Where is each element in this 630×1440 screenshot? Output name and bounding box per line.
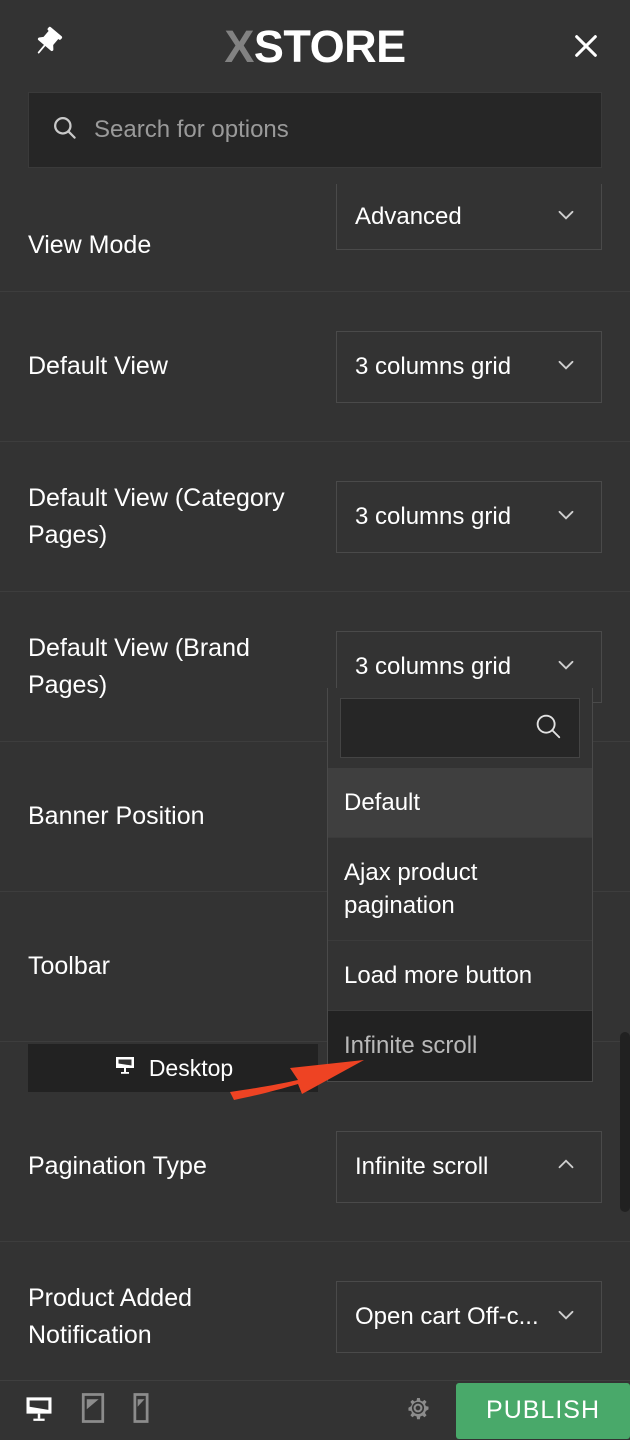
search-section: Search for options <box>0 92 630 172</box>
search-input[interactable]: Search for options <box>28 92 602 168</box>
chevron-down-icon <box>553 501 579 532</box>
product-added-notification-select[interactable]: Open cart Off-c... <box>336 1280 602 1353</box>
pagination-type-select[interactable]: Infinite scroll <box>336 1130 602 1203</box>
option-label: Product Added Notification <box>28 1284 193 1349</box>
chevron-down-icon <box>553 1301 579 1332</box>
close-icon <box>572 32 600 60</box>
select-value: 3 columns grid <box>355 652 512 680</box>
option-row-default-view-category: Default View (Category Pages) 3 columns … <box>0 442 630 592</box>
dropdown-search-input[interactable] <box>340 698 580 758</box>
view-mode-select[interactable]: Advanced <box>336 184 602 250</box>
options-list: View Mode Advanced Default View 3 column… <box>0 184 630 1380</box>
desktop-icon <box>113 1053 137 1083</box>
customizer-panel: XSTORE Search for options View Mode Adva… <box>0 0 630 1440</box>
scrollbar-thumb[interactable] <box>620 1032 630 1212</box>
logo-x-mark: X <box>224 20 254 72</box>
option-row-pagination-type: Pagination Type Infinite scroll <box>0 1092 630 1242</box>
pagination-type-dropdown: Default Ajax product pagination Load mor… <box>327 688 593 1082</box>
dropdown-option-load-more-button[interactable]: Load more button <box>328 940 592 1010</box>
select-value: Advanced <box>355 202 462 230</box>
tablet-device-icon[interactable] <box>80 1393 106 1428</box>
option-label: Default View (Category Pages) <box>28 484 285 549</box>
tab-desktop-label: Desktop <box>148 1054 234 1081</box>
option-label: Pagination Type <box>28 1152 207 1181</box>
dropdown-search-section <box>328 688 592 768</box>
pin-icon <box>30 26 66 67</box>
xstore-logo: XSTORE <box>224 20 406 72</box>
option-row-default-view: Default View 3 columns grid <box>0 292 630 442</box>
mobile-device-icon[interactable] <box>132 1393 150 1428</box>
search-icon <box>51 114 78 146</box>
gear-icon <box>404 1394 432 1427</box>
search-placeholder: Search for options <box>94 116 289 143</box>
logo-wordmark: STORE <box>253 20 406 72</box>
close-button[interactable] <box>564 24 608 68</box>
panel-footer: PUBLISH <box>0 1380 630 1440</box>
device-switcher <box>24 1393 150 1428</box>
default-view-category-select[interactable]: 3 columns grid <box>336 480 602 553</box>
dropdown-option-infinite-scroll[interactable]: Infinite scroll <box>328 1010 592 1081</box>
option-row-view-mode: View Mode Advanced <box>0 184 630 292</box>
chevron-up-icon <box>553 1151 579 1182</box>
select-value: Open cart Off-c... <box>355 1302 539 1330</box>
chevron-down-icon <box>553 651 579 682</box>
scrollbar[interactable] <box>620 184 630 1380</box>
select-value: 3 columns grid <box>355 352 512 380</box>
footer-actions: PUBLISH <box>404 1381 630 1440</box>
desktop-device-icon[interactable] <box>24 1393 54 1428</box>
gear-button[interactable] <box>404 1394 432 1427</box>
search-icon <box>533 711 563 746</box>
select-value: 3 columns grid <box>355 502 512 530</box>
tab-desktop[interactable]: Desktop <box>28 1044 318 1092</box>
dropdown-option-default[interactable]: Default <box>328 768 592 838</box>
option-label: View Mode <box>28 230 152 259</box>
pin-button[interactable] <box>26 24 70 68</box>
option-label: Default View <box>28 352 168 381</box>
option-label: Banner Position <box>28 802 205 831</box>
option-row-product-added-notification: Product Added Notification Open cart Off… <box>0 1242 630 1380</box>
option-label: Toolbar <box>28 952 110 981</box>
default-view-select[interactable]: 3 columns grid <box>336 330 602 403</box>
option-label: Default View (Brand Pages) <box>28 634 250 699</box>
chevron-down-icon <box>553 351 579 382</box>
dropdown-option-ajax-product-pagination[interactable]: Ajax product pagination <box>328 837 592 940</box>
chevron-down-icon <box>553 201 579 232</box>
select-value: Infinite scroll <box>355 1152 489 1180</box>
panel-header: XSTORE <box>0 0 630 92</box>
publish-button[interactable]: PUBLISH <box>456 1382 630 1439</box>
